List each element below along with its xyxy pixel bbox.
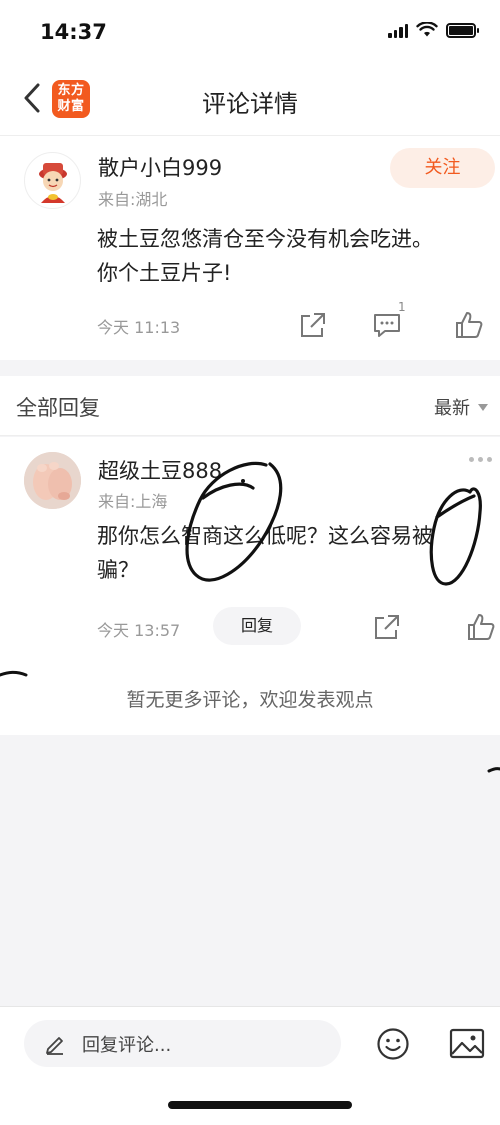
- follow-button[interactable]: 关注: [390, 148, 495, 188]
- comment-text-line: 被土豆忽悠清仓至今没有机会吃进。: [97, 227, 433, 251]
- reply-button[interactable]: 回复: [213, 607, 301, 645]
- reply-avatar-image: [24, 452, 81, 509]
- sort-label: 最新: [434, 398, 470, 419]
- comment-time: 今天 11:13: [97, 318, 181, 337]
- like-icon[interactable]: [454, 310, 484, 340]
- share-icon[interactable]: [372, 612, 402, 642]
- comment-icon[interactable]: [372, 310, 402, 340]
- replies-title: 全部回复: [16, 396, 100, 420]
- reply-location: 来自:上海: [98, 492, 168, 511]
- battery-level: [449, 25, 473, 35]
- reply-time: 今天 13:57: [97, 621, 181, 640]
- reply-text-line: 那你怎么智商这么低呢？这么容易被: [97, 524, 433, 548]
- signal-icon: [388, 22, 408, 38]
- comment-card: 散户小白999 来自:湖北 关注 被土豆忽悠清仓至今没有机会吃进。 你个土豆片子…: [0, 136, 500, 360]
- wifi-icon: [416, 22, 438, 37]
- reply-text-line: 骗？: [97, 558, 139, 582]
- page-title: 评论详情: [202, 90, 298, 118]
- chevron-down-icon: [478, 403, 488, 411]
- reply-input[interactable]: 回复评论...: [24, 1020, 341, 1067]
- reply-username[interactable]: 超级土豆888: [98, 455, 222, 485]
- comment-username[interactable]: 散户小白999: [98, 152, 222, 182]
- more-icon[interactable]: [469, 457, 492, 462]
- comment-location: 来自:湖北: [98, 190, 168, 209]
- comment-text-line: 你个土豆片子!: [97, 261, 232, 285]
- battery-icon: [446, 22, 479, 38]
- reply-count-badge: 1: [398, 300, 406, 314]
- pencil-icon: [46, 1036, 63, 1055]
- reply-avatar[interactable]: [24, 452, 81, 509]
- replies-header: 全部回复 最新: [0, 376, 500, 436]
- status-bar: 14:37: [0, 0, 500, 62]
- avatar-image: [39, 163, 67, 203]
- sort-dropdown[interactable]: 最新: [434, 394, 488, 420]
- comment-text: 被土豆忽悠清仓至今没有机会吃进。 你个土豆片子!: [97, 222, 433, 290]
- like-icon[interactable]: [466, 612, 496, 642]
- nav-bar: 东方 财富 评论详情: [0, 62, 500, 136]
- reply-item: 超级土豆888 来自:上海 那你怎么智商这么低呢？这么容易被 骗？ 今天 13:…: [0, 437, 500, 735]
- reply-input-placeholder: 回复评论...: [82, 1034, 172, 1056]
- no-more-comments: 暂无更多评论，欢迎发表观点: [126, 689, 374, 711]
- image-icon[interactable]: [449, 1027, 485, 1061]
- avatar[interactable]: [24, 152, 81, 209]
- status-time: 14:37: [40, 20, 107, 44]
- status-icons: [388, 22, 479, 38]
- emoji-icon[interactable]: [376, 1027, 410, 1061]
- share-icon[interactable]: [298, 310, 328, 340]
- reply-text: 那你怎么智商这么低呢？这么容易被 骗？: [97, 519, 433, 587]
- home-indicator: [168, 1101, 352, 1109]
